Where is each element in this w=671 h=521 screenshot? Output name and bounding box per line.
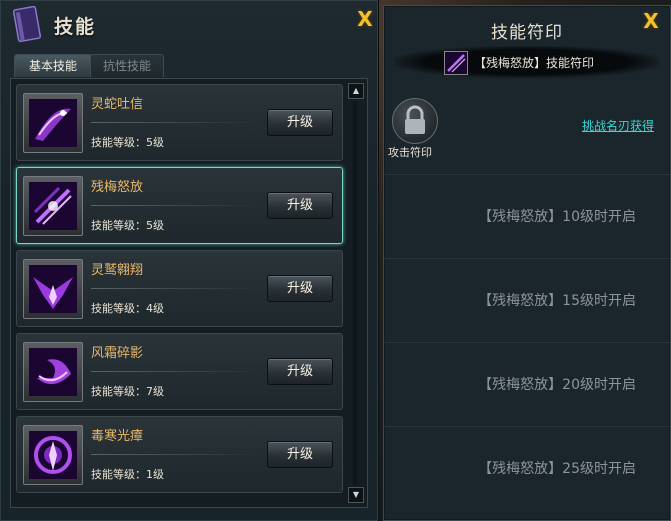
skill-level: 技能等级：5级 [91, 219, 164, 232]
upgrade-button[interactable]: 升级 [267, 358, 333, 385]
poison-aura-icon [29, 431, 77, 479]
upgrade-button[interactable]: 升级 [267, 441, 333, 468]
skill-list: 灵蛇吐信 技能等级：5级 升级 残梅怒放 技能等级：5级 升级 灵鹫翱翔 技能等… [10, 78, 368, 508]
scroll-track[interactable] [353, 101, 357, 485]
skill-icon-frame [23, 425, 83, 485]
tab-basic-skills[interactable]: 基本技能 [14, 54, 92, 77]
divider [91, 288, 261, 289]
divider [91, 122, 261, 123]
divider [91, 205, 261, 206]
skill-level: 技能等级：1级 [91, 468, 164, 481]
tab-resist-skills[interactable]: 抗性技能 [90, 54, 164, 77]
sigil-skill-title: 【残梅怒放】技能符印 [474, 56, 595, 70]
skill-name: 灵蛇吐信 [91, 97, 144, 112]
scroll-up-icon[interactable]: ▲ [348, 83, 364, 99]
divider [91, 371, 261, 372]
skill-icon-frame [23, 176, 83, 236]
unlock-requirement: 【残梅怒放】25级时开启 [478, 461, 636, 477]
lock-icon [405, 105, 425, 134]
skill-card-frost[interactable]: 风霜碎影 技能等级：7级 升级 [16, 333, 343, 410]
upgrade-button[interactable]: 升级 [267, 109, 333, 136]
attack-sigil-button[interactable] [392, 98, 438, 144]
plum-burst-icon [29, 182, 77, 230]
skill-card-plum[interactable]: 残梅怒放 技能等级：5级 升级 [16, 167, 343, 244]
skill-card-poison[interactable]: 毒寒光瘴 技能等级：1级 升级 [16, 416, 343, 493]
skill-card-serpent[interactable]: 灵蛇吐信 技能等级：5级 升级 [16, 84, 343, 161]
upgrade-button[interactable]: 升级 [267, 275, 333, 302]
frost-shadow-icon [29, 348, 77, 396]
skill-level: 技能等级：5级 [91, 136, 164, 149]
sigil-panel-title: 技能符印 [491, 23, 563, 43]
skill-card-eagle[interactable]: 灵鹫翱翔 技能等级：4级 升级 [16, 250, 343, 327]
attack-sigil-slot: 攻击符印 挑战名刃获得 [384, 86, 670, 175]
upgrade-button[interactable]: 升级 [267, 192, 333, 219]
panel-title: 技能 [54, 16, 97, 38]
unlock-requirement: 【残梅怒放】15级时开启 [478, 293, 636, 309]
sigil-panel: 技能符印 X 【残梅怒放】技能符印 攻击符印 挑战名刃获得 【残梅怒放】10级时… [383, 5, 671, 521]
attack-sigil-label: 攻击符印 [388, 146, 432, 159]
close-skills-button[interactable]: X [356, 9, 374, 29]
skill-name: 风霜碎影 [91, 346, 144, 361]
skill-icon-frame [23, 259, 83, 319]
skill-icon-frame [23, 342, 83, 402]
skill-icon-frame [23, 93, 83, 153]
skill-level: 技能等级：4级 [91, 302, 164, 315]
skills-panel: 技能 X 基本技能 抗性技能 灵蛇吐信 技能等级：5级 升级 残梅怒放 技能等级… [0, 0, 379, 521]
skill-list-scrollbar[interactable]: ▲ ▼ [348, 83, 364, 503]
scroll-down-icon[interactable]: ▼ [348, 487, 364, 503]
skill-name: 毒寒光瘴 [91, 429, 144, 444]
unlock-requirement: 【残梅怒放】10级时开启 [478, 209, 636, 225]
skill-name: 灵鹫翱翔 [91, 263, 144, 278]
skill-book-icon [12, 6, 42, 43]
close-sigil-button[interactable]: X [642, 11, 660, 31]
obtain-link[interactable]: 挑战名刃获得 [582, 117, 654, 134]
skill-level: 技能等级：7级 [91, 385, 164, 398]
locked-sigil-slot: 【残梅怒放】15级时开启 [384, 258, 670, 343]
unlock-requirement: 【残梅怒放】20级时开启 [478, 377, 636, 393]
locked-sigil-slot: 【残梅怒放】25级时开启 [384, 426, 670, 510]
skill-name: 残梅怒放 [91, 180, 144, 195]
eagle-soar-icon [29, 265, 77, 313]
locked-sigil-slot: 【残梅怒放】10级时开启 [384, 174, 670, 259]
locked-sigil-slot: 【残梅怒放】20级时开启 [384, 342, 670, 427]
plum-burst-icon [444, 51, 468, 75]
divider [91, 454, 261, 455]
serpent-slash-icon [29, 99, 77, 147]
